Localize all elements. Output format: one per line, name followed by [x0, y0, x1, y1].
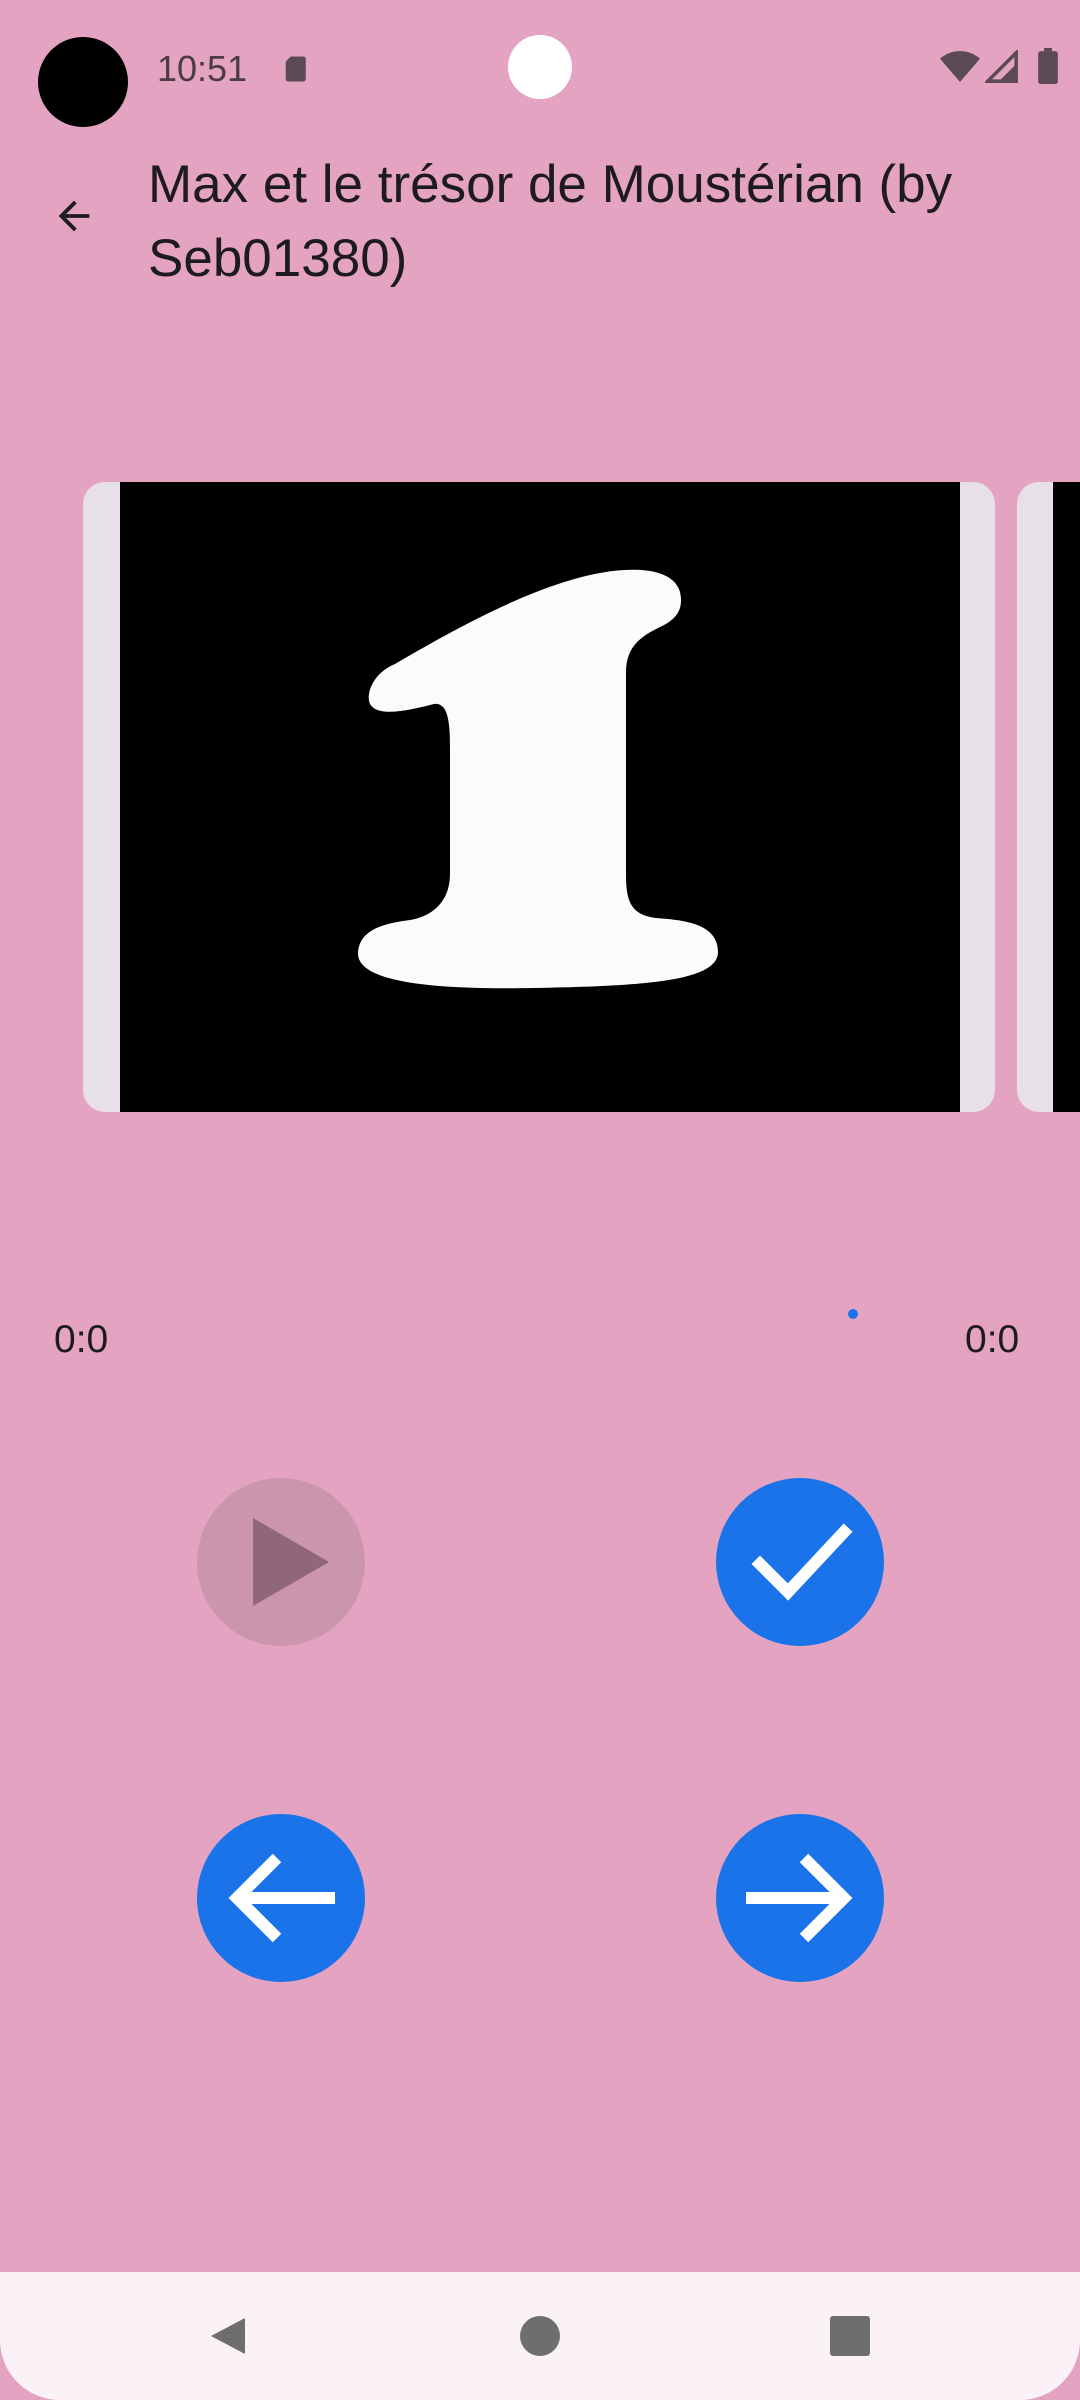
story-page-image: [120, 482, 960, 1112]
play-button[interactable]: [197, 1478, 365, 1646]
total-time: 0:0: [965, 1318, 1020, 1361]
nav-home-icon[interactable]: [520, 2316, 560, 2356]
front-camera: [508, 35, 572, 99]
seek-thumb[interactable]: [848, 1309, 858, 1319]
arrow-right-icon: [746, 1853, 853, 1943]
ok-button[interactable]: [716, 1478, 884, 1646]
current-time: 0:0: [54, 1318, 109, 1361]
status-bar: 10:51: [0, 0, 1080, 135]
play-icon: [253, 1518, 329, 1606]
camera-cutout: [38, 37, 128, 127]
check-icon: [751, 1523, 853, 1601]
page-title: Max et le trésor de Moustérian (by Seb01…: [148, 155, 953, 288]
story-page-card[interactable]: [83, 482, 995, 1112]
nav-back-icon[interactable]: [205, 2314, 249, 2358]
wifi-icon: [940, 51, 980, 82]
arrow-left-icon: [228, 1853, 335, 1943]
app-screen: 10:51 Max et le trésor de Moustérian (by…: [0, 0, 1080, 2400]
next-button[interactable]: [716, 1814, 884, 1982]
nav-recents-icon[interactable]: [830, 2316, 870, 2356]
previous-button[interactable]: [197, 1814, 365, 1982]
battery-icon: [1038, 48, 1058, 84]
next-page-card[interactable]: [1017, 482, 1080, 1112]
arrow-back-icon: [58, 200, 90, 232]
next-page-image: [1053, 482, 1080, 1112]
signal-icon: [985, 50, 1018, 83]
sd-card-icon: [285, 56, 306, 82]
back-button[interactable]: [38, 180, 110, 252]
status-time: 10:51: [157, 48, 248, 89]
number-one-image: [357, 569, 718, 989]
